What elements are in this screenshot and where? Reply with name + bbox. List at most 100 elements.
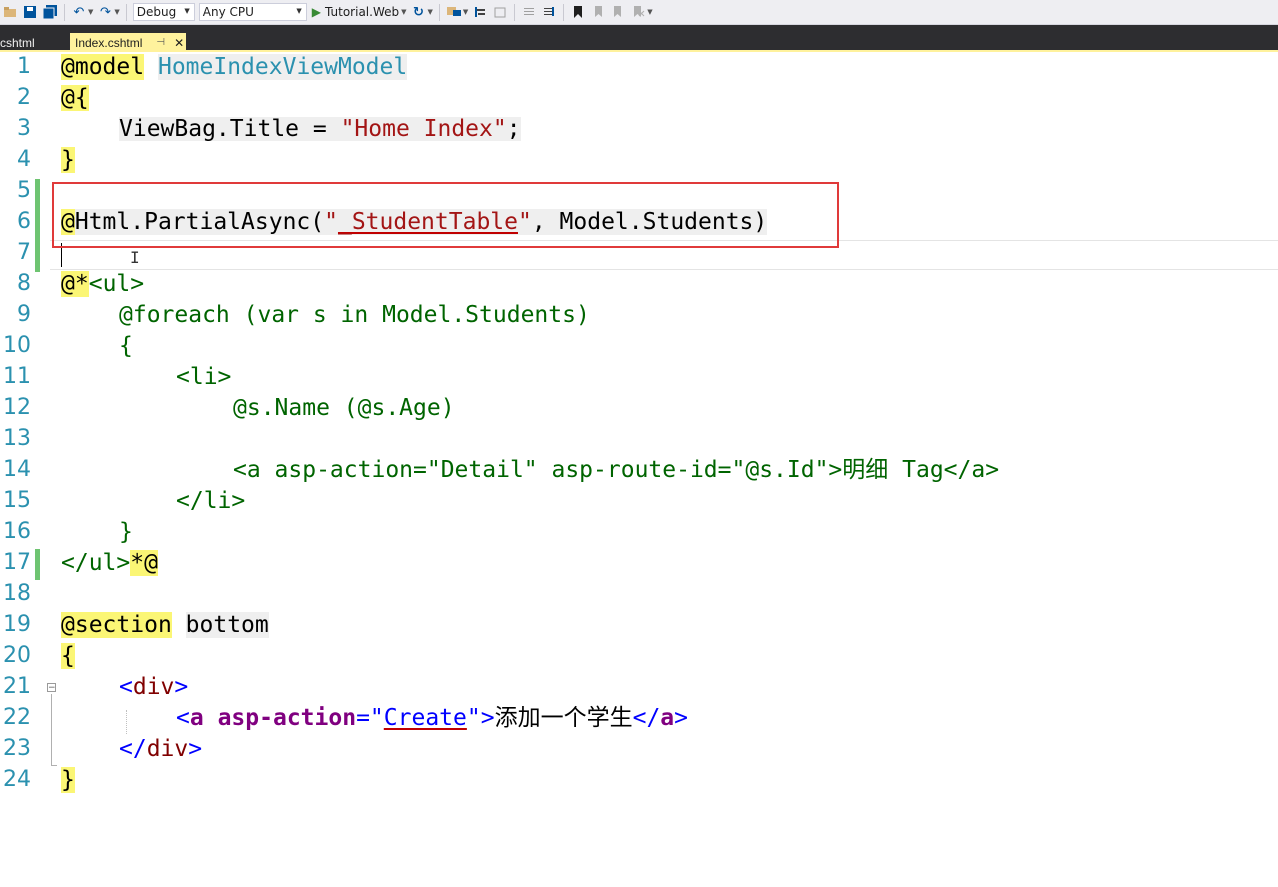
line-number: 10: [3, 333, 31, 358]
code-line: 17 </ul>*@: [0, 548, 1278, 579]
line-number: 17: [3, 550, 31, 575]
start-debugging-button[interactable]: ▶ Tutorial.Web: [309, 5, 402, 19]
bookmark-prev-icon[interactable]: [589, 2, 607, 22]
code-line: 22 <a asp-action="Create">添加一个学生</a>: [0, 703, 1278, 734]
browser-link-icon[interactable]: [445, 2, 463, 22]
tag-name: div: [146, 736, 189, 762]
step-out-icon[interactable]: [491, 2, 509, 22]
model-type: HomeIndexViewModel: [157, 54, 408, 80]
comment-text: @s.Name (@s.Age): [233, 395, 455, 421]
razor-marker: @: [61, 271, 75, 297]
code-token: ViewBag.Title =: [119, 116, 341, 142]
code-text: <a asp-action="Create">添加一个学生</a>: [176, 706, 688, 730]
code-text: @model HomeIndexViewModel: [61, 54, 408, 80]
comment-text: }: [119, 519, 133, 545]
solution-configuration-value: Debug: [136, 5, 177, 19]
toolbar-separator: [514, 3, 516, 21]
code-line: 15 </li>: [0, 486, 1278, 517]
tag-bracket: >: [674, 705, 689, 731]
tab-label: cshtml: [0, 35, 35, 50]
line-number: 15: [3, 488, 31, 513]
line-number: 16: [3, 519, 31, 544]
document-tab-strip: cshtml Index.cshtml ⊣ ✕: [0, 25, 1278, 52]
comment-text: @foreach (var s in Model.Students): [119, 302, 590, 328]
indent-guide: [126, 710, 127, 734]
code-text: </div>: [119, 737, 202, 761]
save-icon[interactable]: [21, 2, 39, 22]
bookmark-next-icon[interactable]: [609, 2, 627, 22]
code-token: ;: [506, 116, 521, 142]
line-number: 3: [17, 116, 31, 141]
code-editor[interactable]: 1 @model HomeIndexViewModel 2 @{ 3 ViewB…: [0, 52, 1278, 887]
undo-dropdown-icon[interactable]: ▼: [88, 8, 93, 16]
comment-end-marker: *@: [130, 550, 158, 576]
code-text: {: [61, 643, 75, 669]
code-line: 3 ViewBag.Title = "Home Index";: [0, 114, 1278, 145]
bookmark-clear-icon[interactable]: [629, 2, 647, 22]
line-number: 21: [3, 674, 31, 699]
code-text: @section bottom: [61, 612, 269, 638]
outline-guide: [51, 694, 52, 766]
line-number: 5: [17, 178, 31, 203]
line-number: 20: [3, 643, 31, 668]
attribute-value: Create: [383, 705, 467, 731]
step-into-icon[interactable]: [471, 2, 489, 22]
code-text: </ul>*@: [61, 550, 158, 576]
run-target-dropdown-icon[interactable]: ▼: [401, 8, 406, 16]
razor-marker: @: [61, 85, 75, 111]
code-line: 20 {: [0, 641, 1278, 672]
play-icon: ▶: [311, 5, 322, 19]
browser-link-dropdown-icon[interactable]: ▼: [463, 8, 468, 16]
redo-icon[interactable]: ↷: [96, 2, 114, 22]
comment-icon[interactable]: [520, 2, 538, 22]
tag-bracket: <: [176, 705, 190, 731]
tab-label: Index.cshtml: [75, 35, 143, 50]
refresh-icon[interactable]: ↻: [410, 2, 428, 22]
bookmark-icon[interactable]: [569, 2, 587, 22]
line-number: 4: [17, 147, 31, 172]
code-line: 23 </div>: [0, 734, 1278, 765]
code-line: 24 }: [0, 765, 1278, 796]
link-text: 添加一个学生: [494, 705, 633, 731]
code-line: 13: [0, 424, 1278, 455]
line-number: 9: [17, 302, 31, 327]
string-literal: "Home Index": [340, 116, 507, 142]
solution-configuration-select[interactable]: Debug ▼: [132, 3, 195, 21]
solution-platform-select[interactable]: Any CPU ▼: [198, 3, 307, 21]
line-number: 23: [3, 736, 31, 761]
collapse-region-icon[interactable]: −: [47, 683, 56, 693]
razor-directive: section: [74, 612, 172, 638]
uncomment-icon[interactable]: [540, 2, 558, 22]
run-target-label: Tutorial.Web: [325, 5, 400, 19]
close-icon[interactable]: ✕: [174, 36, 184, 50]
razor-marker: @: [61, 612, 75, 638]
redo-dropdown-icon[interactable]: ▼: [114, 8, 119, 16]
razor-marker: @: [61, 54, 75, 80]
refresh-dropdown-icon[interactable]: ▼: [428, 8, 433, 16]
code-line: 4 }: [0, 145, 1278, 176]
comment-text: </ul>: [61, 550, 131, 576]
tag-bracket: >: [480, 705, 495, 731]
toolbar-overflow-icon[interactable]: ▼: [647, 8, 652, 16]
razor-directive: model: [74, 54, 145, 80]
tag-bracket: >: [174, 674, 189, 700]
code-line: 10 {: [0, 331, 1278, 362]
code-line: 9 @foreach (var s in Model.Students): [0, 300, 1278, 331]
line-number: 1: [17, 54, 31, 79]
quote: ": [369, 705, 384, 731]
line-number: 13: [3, 426, 31, 451]
mouse-ibeam-icon: I: [130, 248, 140, 267]
save-all-icon[interactable]: [41, 2, 59, 22]
quote: ": [466, 705, 481, 731]
code-line: 16 }: [0, 517, 1278, 548]
open-folder-icon[interactable]: [1, 2, 19, 22]
line-number: 6: [17, 209, 31, 234]
undo-icon[interactable]: ↶: [70, 2, 88, 22]
code-line: 11 <li>: [0, 362, 1278, 393]
comment-marker: *: [74, 271, 89, 297]
pin-icon[interactable]: ⊣: [156, 37, 165, 48]
comment-text: <ul>: [88, 271, 145, 297]
solution-platform-value: Any CPU: [202, 5, 254, 19]
code-line: 8 @*<ul>: [0, 269, 1278, 300]
code-line: 21 <div>: [0, 672, 1278, 703]
